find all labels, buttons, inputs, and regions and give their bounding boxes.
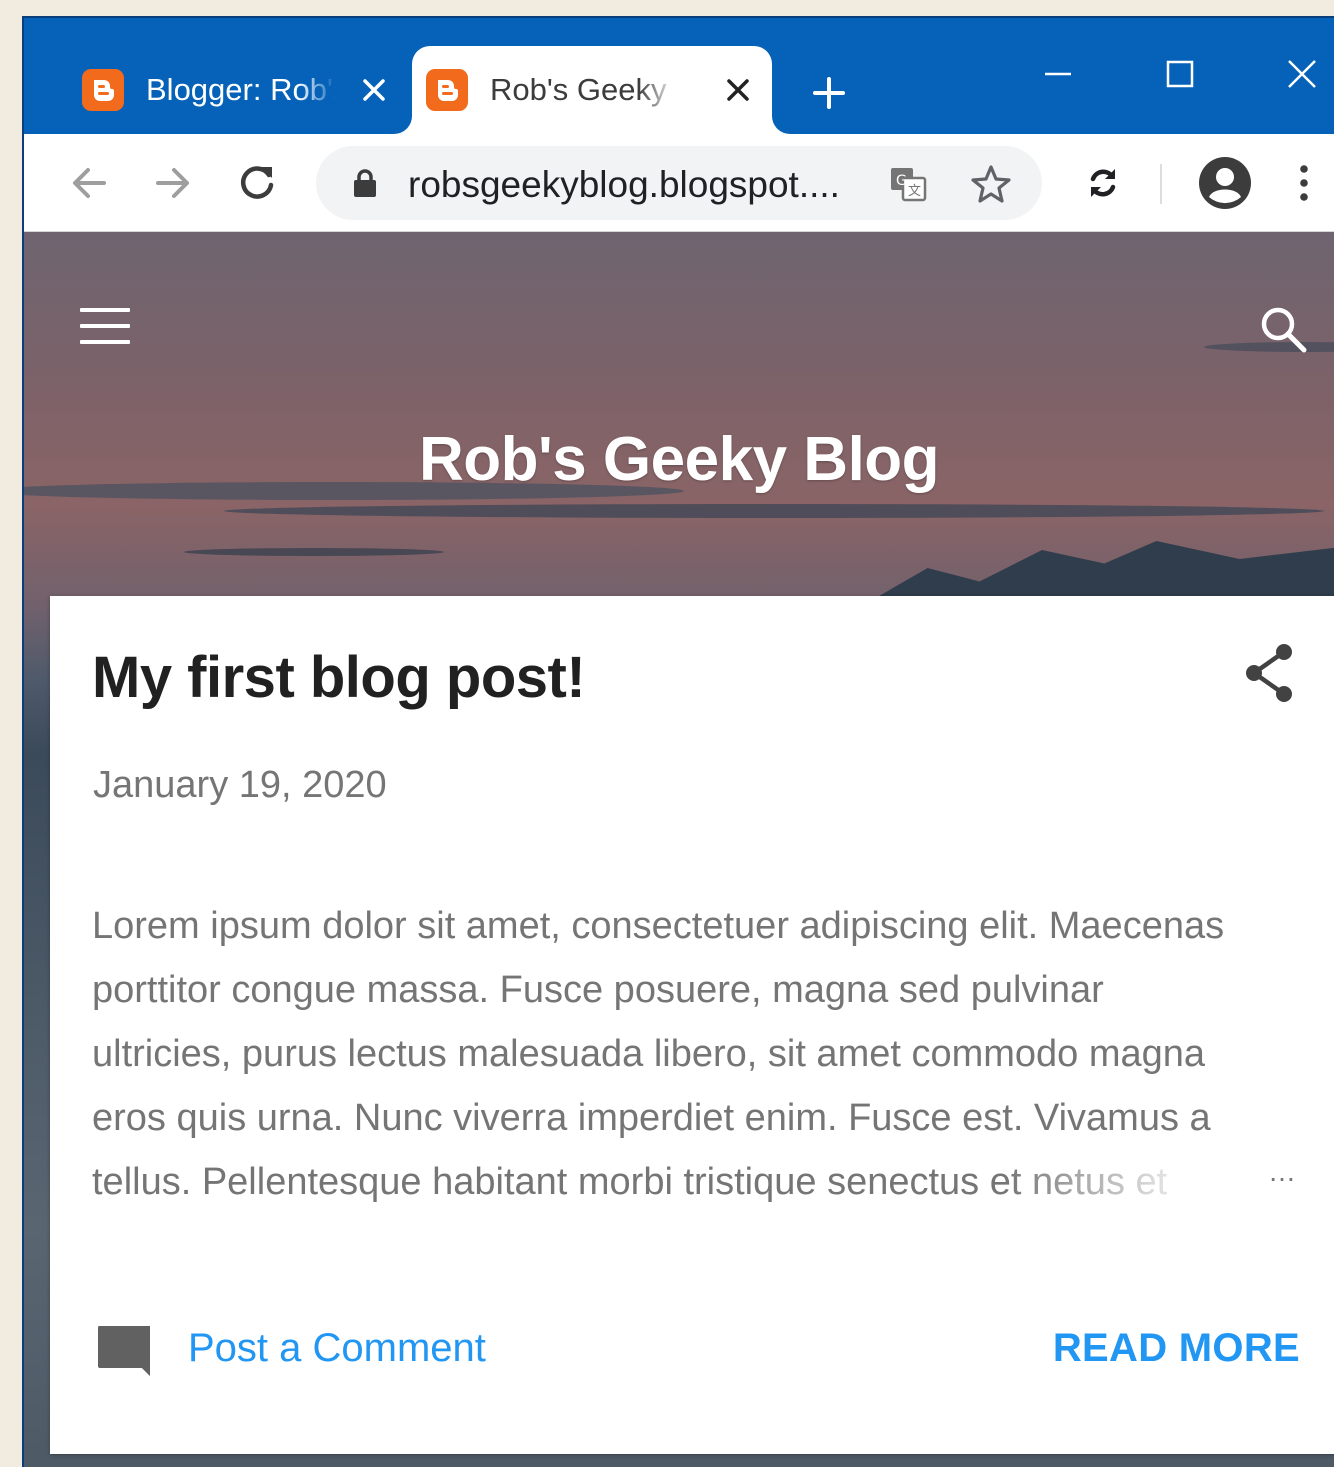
tab-strip: Blogger: Rob's Geeky Blog Rob's Geeky Bl… bbox=[24, 18, 1334, 134]
browser-toolbar: robsgeekyblog.blogspot.... G文 bbox=[24, 134, 1334, 232]
hamburger-menu-icon[interactable] bbox=[78, 304, 132, 348]
post-snippet-line: porttitor congue massa. Fusce posuere, m… bbox=[92, 969, 1104, 1011]
forward-button[interactable] bbox=[148, 158, 198, 208]
blog-title[interactable]: Rob's Geeky Blog bbox=[24, 424, 1334, 495]
account-avatar-icon bbox=[1199, 157, 1251, 209]
url-text: robsgeekyblog.blogspot.... bbox=[408, 164, 840, 205]
back-button[interactable] bbox=[64, 158, 114, 208]
sync-icon bbox=[1090, 169, 1116, 197]
translate-icon[interactable]: G文 bbox=[888, 164, 928, 204]
tab-robs-geeky-blog[interactable]: Rob's Geeky Blog bbox=[412, 46, 772, 134]
read-more-link[interactable]: READ MORE bbox=[1053, 1326, 1300, 1371]
arrow-right-icon bbox=[156, 168, 189, 198]
post-snippet-line: Lorem ipsum dolor sit amet, consectetuer… bbox=[92, 905, 1225, 947]
close-tab-icon[interactable] bbox=[720, 72, 756, 108]
post-snippet-line: eros quis urna. Nunc viverra imperdiet e… bbox=[92, 1097, 1211, 1139]
arrow-left-icon bbox=[73, 168, 106, 198]
blogger-favicon-icon bbox=[82, 69, 124, 111]
minimize-icon bbox=[1045, 72, 1071, 76]
address-bar[interactable]: robsgeekyblog.blogspot.... G文 bbox=[316, 146, 1042, 220]
svg-text:文: 文 bbox=[908, 184, 921, 199]
close-icon bbox=[1288, 60, 1316, 88]
blogger-favicon-icon bbox=[426, 69, 468, 111]
chrome-menu-button[interactable] bbox=[1284, 158, 1324, 208]
snippet-ellipsis: … bbox=[1268, 1156, 1296, 1187]
plus-icon bbox=[813, 77, 845, 109]
comment-icon[interactable] bbox=[96, 1324, 152, 1378]
share-icon[interactable] bbox=[1240, 640, 1300, 706]
browser-window: Blogger: Rob's Geeky Blog Rob's Geeky Bl… bbox=[22, 16, 1334, 1467]
blog-page: Rob's Geeky Blog My first blog post! Jan… bbox=[24, 232, 1334, 1467]
profile-button[interactable] bbox=[1194, 152, 1256, 214]
tab-title: Blogger: Rob's Geeky Blog bbox=[146, 72, 336, 107]
svg-text:G: G bbox=[896, 173, 907, 189]
post-snippet-line-faded: tellus. Pellentesque habitant morbi tris… bbox=[92, 1161, 1168, 1203]
reload-button[interactable] bbox=[232, 158, 282, 208]
sync-button[interactable] bbox=[1078, 158, 1128, 208]
star-bookmark-icon[interactable] bbox=[970, 163, 1012, 205]
lock-icon bbox=[354, 169, 376, 197]
post-date[interactable]: January 19, 2020 bbox=[93, 764, 387, 807]
toolbar-separator bbox=[1160, 164, 1162, 204]
close-tab-icon[interactable] bbox=[356, 72, 392, 108]
vertical-dots-icon bbox=[1300, 165, 1308, 201]
post-title[interactable]: My first blog post! bbox=[92, 644, 586, 711]
post-comment-link[interactable]: Post a Comment bbox=[188, 1326, 486, 1371]
post-snippet-line: ultricies, purus lectus malesuada libero… bbox=[92, 1033, 1206, 1075]
maximize-icon bbox=[1166, 60, 1194, 88]
reload-icon bbox=[241, 166, 274, 199]
cloud-band bbox=[224, 504, 1324, 518]
cloud-band bbox=[184, 548, 444, 556]
minimize-button[interactable] bbox=[1028, 44, 1088, 104]
new-tab-button[interactable] bbox=[804, 68, 854, 118]
search-icon[interactable] bbox=[1256, 302, 1312, 358]
post-card: My first blog post! January 19, 2020 Lor… bbox=[50, 596, 1334, 1454]
post-snippet: Lorem ipsum dolor sit amet, consectetuer… bbox=[92, 894, 1300, 1214]
tab-title: Rob's Geeky Blog bbox=[490, 72, 676, 107]
tab-blogger-dashboard[interactable]: Blogger: Rob's Geeky Blog bbox=[68, 46, 408, 134]
maximize-button[interactable] bbox=[1150, 44, 1210, 104]
close-window-button[interactable] bbox=[1272, 44, 1332, 104]
